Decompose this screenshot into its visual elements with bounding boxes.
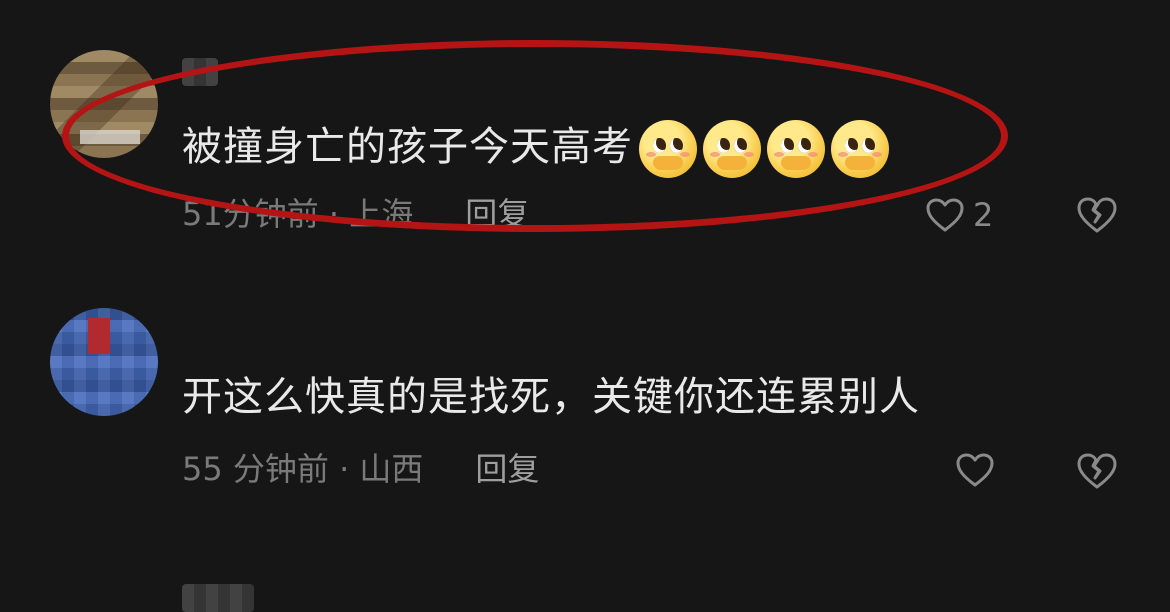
pleading-face-icon: [831, 120, 889, 178]
avatar[interactable]: [50, 50, 158, 158]
broken-heart-icon: [1077, 197, 1117, 233]
pleading-face-icon: [639, 120, 697, 178]
pleading-face-icon: [767, 120, 825, 178]
comment-text-content: 开这么快真的是找死，关键你还连累别人: [182, 374, 920, 420]
dislike-button[interactable]: [1076, 196, 1118, 238]
like-button[interactable]: 2: [925, 196, 993, 234]
heart-icon: [956, 453, 994, 487]
comment-text-content: 被撞身亡的孩子今天高考: [182, 124, 633, 170]
comment-item: 被撞身亡的孩子今天高考 51分钟前 · 上海 回复 2: [0, 0, 1170, 268]
heart-icon: [926, 198, 964, 232]
username-blurred[interactable]: [182, 58, 218, 86]
username-blurred[interactable]: [182, 584, 254, 612]
comment-meta: 51分钟前 · 上海 回复: [182, 194, 529, 234]
comment-text: 开这么快真的是找死，关键你还连累别人: [182, 372, 920, 422]
comment-item: 开这么快真的是找死，关键你还连累别人 55 分钟前 · 山西 回复: [0, 268, 1170, 612]
comment-time-location: 51分钟前 · 上海: [182, 195, 414, 233]
emoji-group: [639, 120, 895, 178]
avatar[interactable]: [50, 308, 158, 416]
reply-button[interactable]: 回复: [465, 195, 529, 233]
comment-text: 被撞身亡的孩子今天高考: [182, 120, 895, 178]
like-count: 2: [973, 196, 994, 234]
like-button[interactable]: [955, 452, 995, 488]
comment-meta: 55 分钟前 · 山西 回复: [182, 449, 539, 489]
pleading-face-icon: [703, 120, 761, 178]
dislike-button[interactable]: [1076, 452, 1118, 494]
broken-heart-icon: [1077, 453, 1117, 489]
reply-button[interactable]: 回复: [475, 450, 539, 488]
comment-time-location: 55 分钟前 · 山西: [182, 450, 424, 488]
